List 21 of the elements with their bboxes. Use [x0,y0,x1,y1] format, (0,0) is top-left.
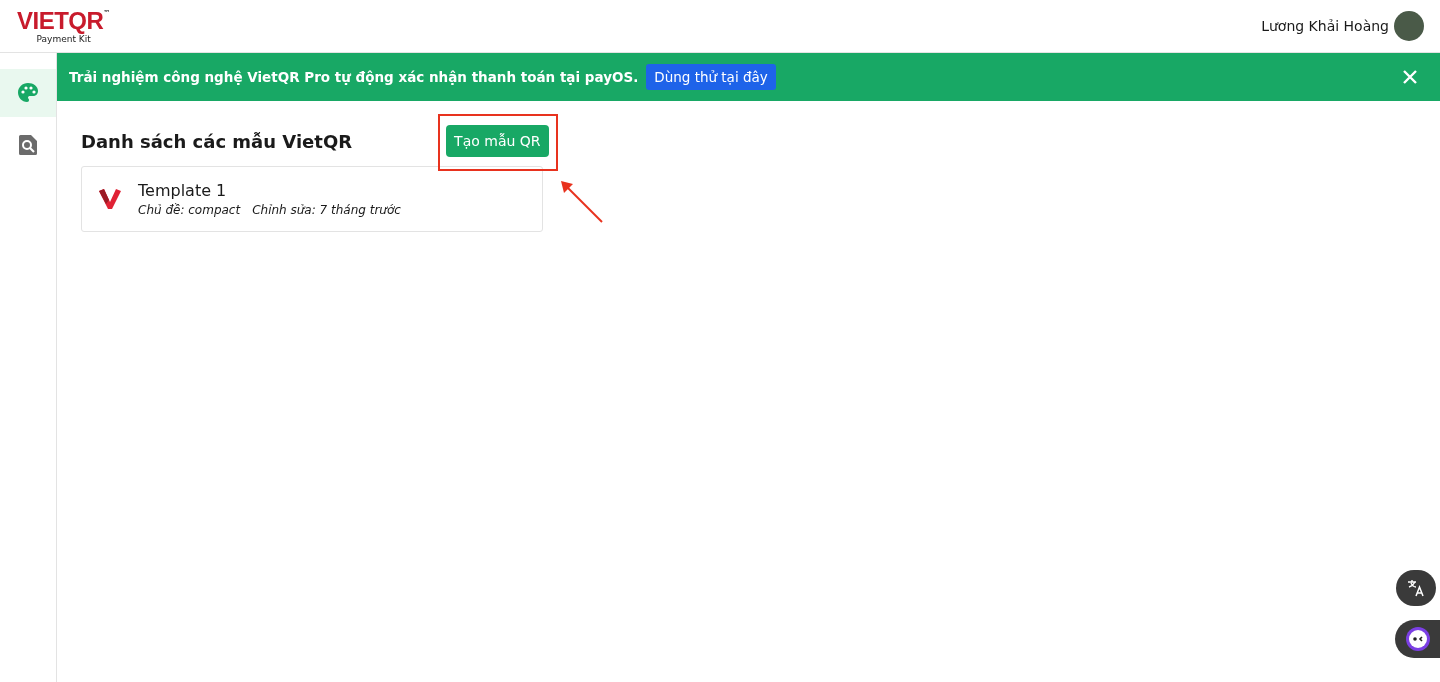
page-title: Danh sách các mẫu VietQR [81,130,353,152]
sidebar-item[interactable] [0,69,56,117]
robot-face-icon [1404,626,1431,652]
template-card[interactable]: Template 1 Chủ đề: compact Chỉnh sửa: 7 tháng trước [81,166,543,232]
palette-icon [17,82,39,104]
template-edited: Chỉnh sửa: 7 tháng trước [252,203,401,217]
close-button[interactable] [1402,69,1418,85]
template-name: Template 1 [138,181,228,200]
logo-wordmark: VIETQR [17,8,104,33]
avatar-placeholder[interactable] [1394,11,1424,41]
v-logo-icon [98,188,122,210]
translate-button[interactable] [1396,570,1436,606]
try-button[interactable]: Dùng thử tại đây [646,64,776,90]
user-name[interactable]: Lương Khải Hoàng [1261,18,1389,34]
banner-text: Trải nghiệm công nghệ VietQR Pro tự động xác nhận thanh toán tại payOS. [69,69,639,85]
document-search-icon [19,135,37,155]
translate-icon [1406,578,1426,598]
chatbot-button[interactable] [1395,620,1440,658]
logo-subtitle: Payment Kit [36,33,91,44]
template-theme: Chủ đề: compact [138,203,241,217]
annotation-arrow [560,180,605,224]
